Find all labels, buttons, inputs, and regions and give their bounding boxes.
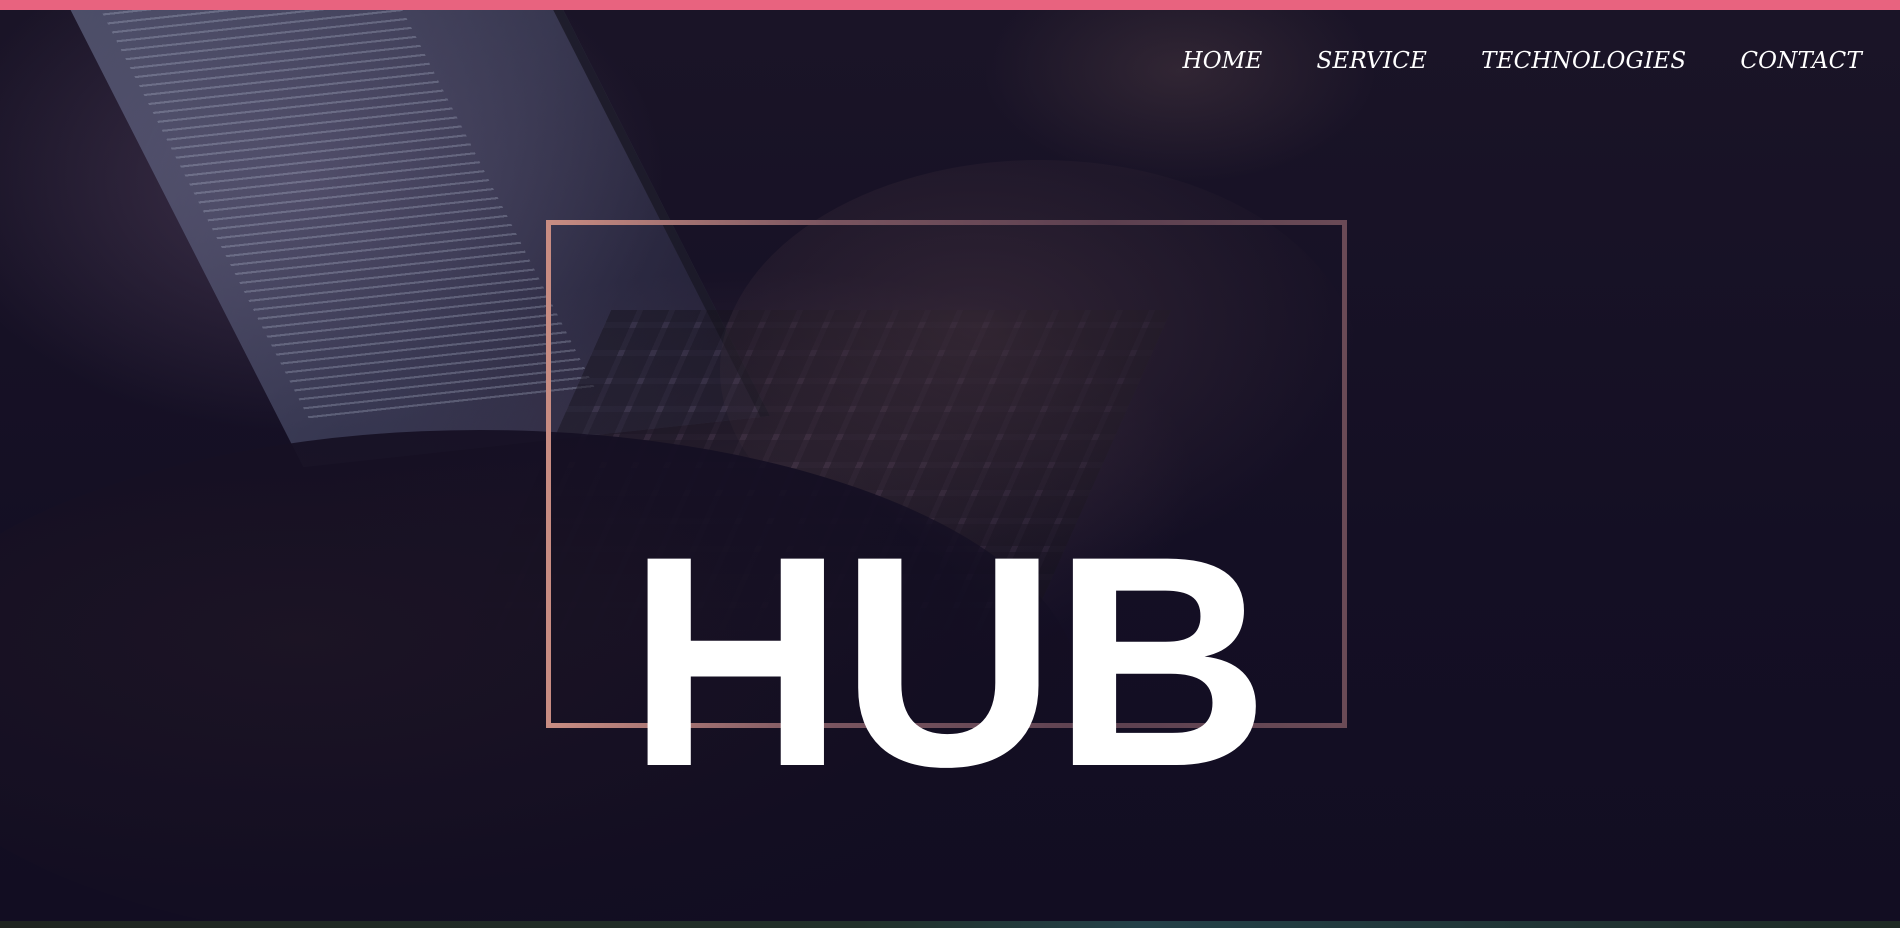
nav-link-contact[interactable]: CONTACT [1740,48,1862,74]
next-section-edge [0,921,1900,928]
hero-title: HUB [627,493,1270,829]
hero-section: HOME SERVICE TECHNOLOGIES CONTACT HUB [0,10,1900,921]
background-code-lines [88,10,598,425]
accent-top-bar [0,0,1900,10]
nav-link-technologies[interactable]: TECHNOLOGIES [1481,48,1686,74]
main-navigation: HOME SERVICE TECHNOLOGIES CONTACT [1182,48,1862,74]
nav-link-service[interactable]: SERVICE [1317,48,1428,74]
nav-link-home[interactable]: HOME [1182,48,1262,74]
